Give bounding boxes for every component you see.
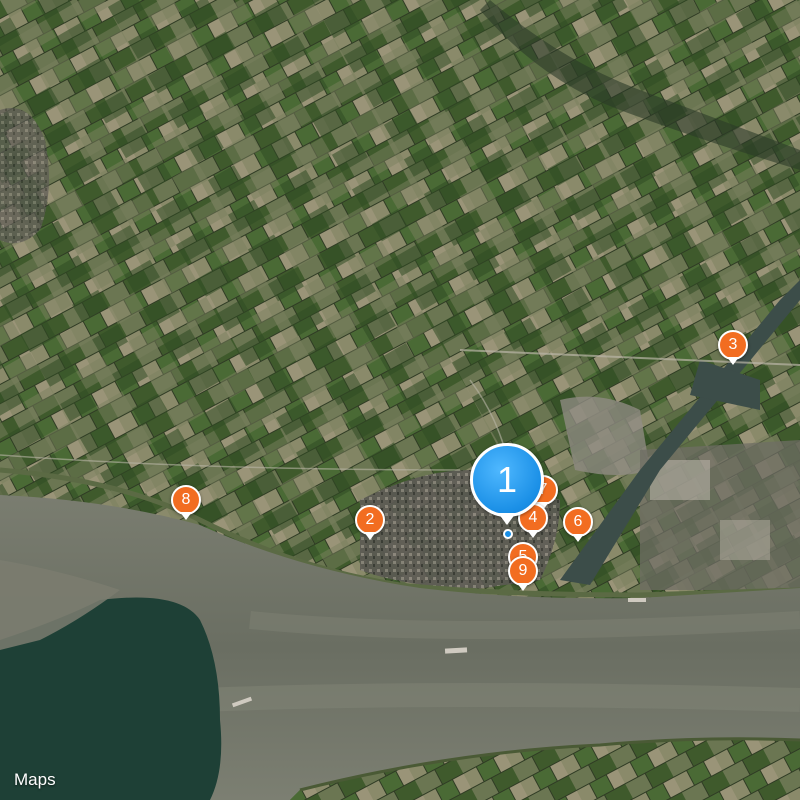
- attribution-label: Maps: [14, 770, 56, 789]
- marker-label: 8: [171, 485, 201, 515]
- map-marker-2[interactable]: 2: [355, 505, 385, 545]
- maps-attribution[interactable]: Maps: [12, 770, 56, 790]
- map-canvas[interactable]: 2 3 7 4 6 5 9 8 1 Maps: [0, 0, 800, 800]
- current-location-dot: [503, 529, 513, 539]
- map-marker-6[interactable]: 6: [563, 507, 593, 547]
- marker-label: 2: [355, 505, 385, 535]
- map-marker-3[interactable]: 3: [718, 330, 748, 370]
- marker-label: 6: [563, 507, 593, 537]
- marker-label: 3: [718, 330, 748, 360]
- marker-label: 1: [470, 443, 544, 517]
- map-marker-1-selected[interactable]: 1: [470, 443, 544, 529]
- marker-label: 9: [508, 556, 538, 586]
- map-marker-9[interactable]: 9: [508, 556, 538, 596]
- satellite-imagery: [0, 0, 800, 800]
- map-marker-8[interactable]: 8: [171, 485, 201, 525]
